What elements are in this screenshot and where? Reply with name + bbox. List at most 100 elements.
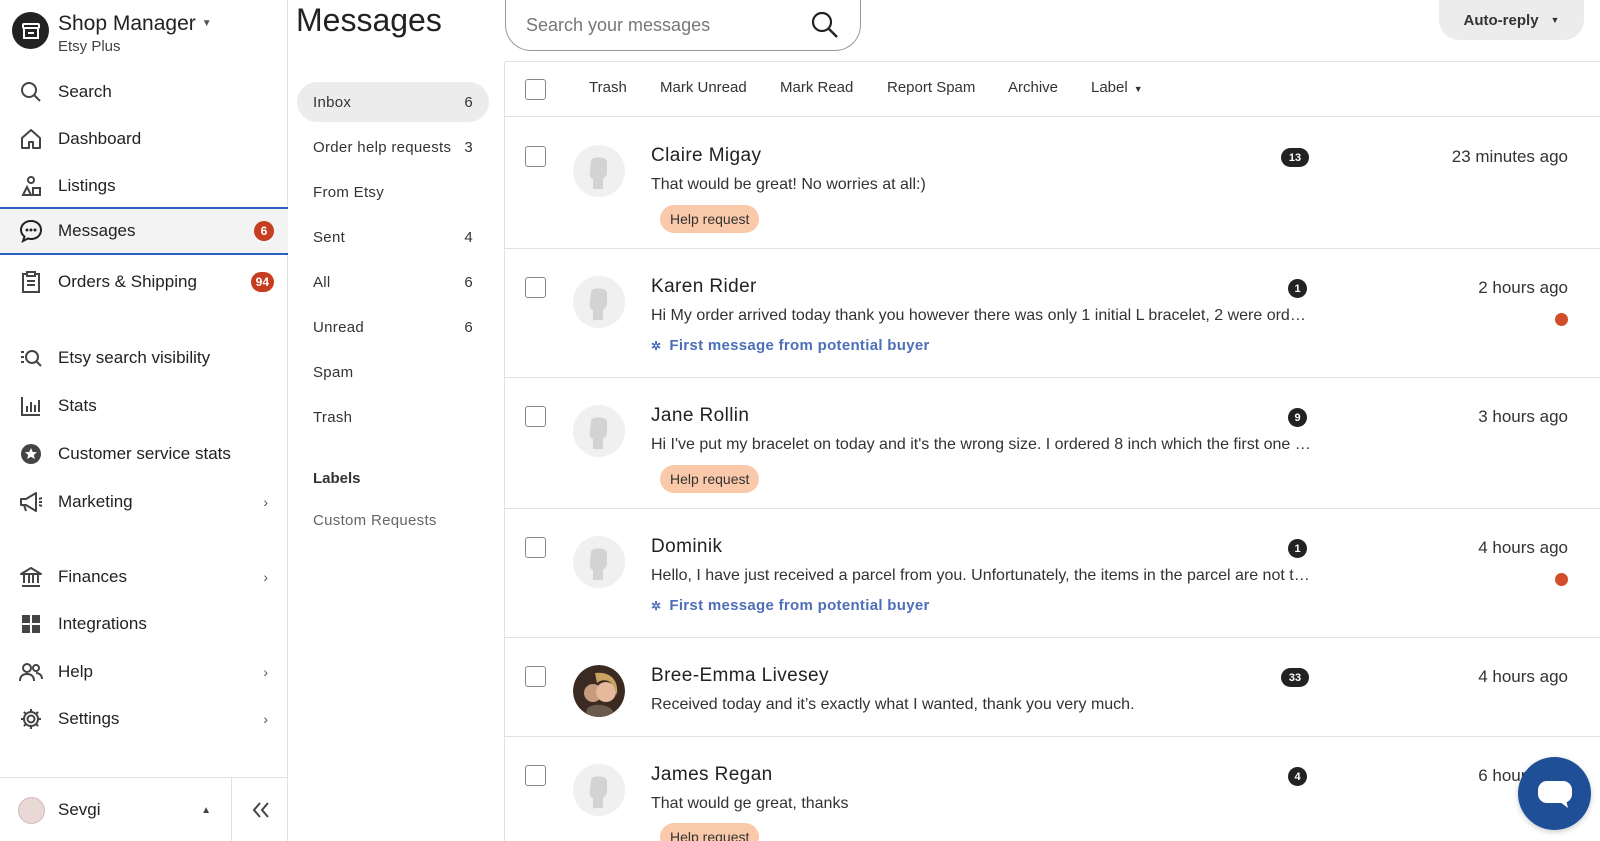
plan-label: Etsy Plus [58, 38, 121, 55]
label-dropdown[interactable]: Label ▼ [1091, 79, 1143, 96]
page-title: Messages [296, 2, 442, 38]
message-time: 2 hours ago [1478, 278, 1568, 297]
potential-buyer-text: First message from potential buyer [669, 337, 930, 354]
sidebar-item-label: Messages [58, 221, 136, 240]
potential-buyer-text: First message from potential buyer [669, 597, 930, 614]
sidebar-item-orders-shipping[interactable]: Orders & Shipping 94 [0, 258, 288, 306]
sidebar-item-label: Search [58, 82, 112, 101]
listings-icon [18, 173, 44, 199]
caret-down-icon: ▼ [1550, 15, 1560, 25]
auto-reply-button[interactable]: Auto-reply ▼ [1439, 0, 1584, 40]
folder-sent[interactable]: Sent 4 [297, 217, 489, 257]
archive-button[interactable]: Archive [1008, 79, 1058, 96]
bank-icon [18, 564, 44, 590]
thread-count-badge: 13 [1281, 148, 1309, 167]
message-row[interactable]: Karen Rider 1 2 hours ago Hi My order ar… [505, 249, 1600, 378]
label-dropdown-text: Label [1091, 79, 1128, 96]
search-button[interactable] [810, 10, 840, 40]
folder-label: Spam [313, 363, 354, 381]
trash-button[interactable]: Trash [589, 79, 627, 96]
folder-count: 4 [464, 228, 473, 246]
avatar [573, 665, 625, 717]
folder-all[interactable]: All 6 [297, 262, 489, 302]
labels-heading: Labels [313, 470, 361, 487]
search-input[interactable] [526, 14, 796, 36]
message-checkbox[interactable] [525, 765, 546, 786]
folder-inbox[interactable]: Inbox 6 [297, 82, 489, 122]
message-row[interactable]: James Regan 4 6 hours ago That would ge … [505, 737, 1600, 841]
sidebar-item-dashboard[interactable]: Dashboard [0, 115, 288, 163]
sender-name: Claire Migay [651, 145, 762, 166]
unread-indicator [1555, 573, 1568, 586]
message-snippet: That would be great! No worries at all:) [651, 176, 926, 193]
user-menu[interactable]: Sevgi ▲ [0, 778, 232, 841]
chevron-right-icon: › [263, 569, 268, 585]
message-snippet: That would ge great, thanks [651, 795, 849, 812]
select-all-checkbox[interactable] [525, 79, 546, 100]
sidebar-item-settings[interactable]: Settings › [0, 695, 288, 743]
message-time: 4 hours ago [1478, 538, 1568, 557]
folder-list: Inbox 6 Order help requests 3 From Etsy … [289, 62, 505, 841]
clipboard-icon [18, 269, 44, 295]
thread-count-badge: 4 [1288, 767, 1307, 786]
folder-label: Sent [313, 228, 346, 246]
message-checkbox[interactable] [525, 537, 546, 558]
sidebar-item-search[interactable]: Search [0, 68, 288, 116]
sidebar-item-label: Etsy search visibility [58, 348, 211, 367]
potential-buyer-link: ✲ First message from potential buyer [651, 337, 930, 354]
shop-manager-switcher[interactable]: Shop Manager ▼ Etsy Plus [12, 12, 212, 55]
sidebar-item-stats[interactable]: Stats [0, 382, 288, 430]
mark-unread-button[interactable]: Mark Unread [660, 79, 747, 96]
potential-buyer-link: ✲ First message from potential buyer [651, 597, 930, 614]
caret-down-icon: ▼ [201, 18, 212, 29]
report-spam-button[interactable]: Report Spam [887, 79, 975, 96]
message-checkbox[interactable] [525, 406, 546, 427]
help-request-tag: Help request [660, 205, 760, 233]
search-icon [811, 11, 838, 38]
folder-label: From Etsy [313, 183, 385, 201]
thread-count-badge: 33 [1281, 668, 1309, 687]
sidebar-item-marketing[interactable]: Marketing › [0, 478, 288, 526]
message-row[interactable]: Dominik 1 4 hours ago Hello, I have just… [505, 509, 1600, 638]
sidebar-item-listings[interactable]: Listings [0, 162, 288, 210]
shop-logo-icon [12, 12, 49, 49]
gear-icon [18, 706, 44, 732]
folder-count: 6 [464, 93, 473, 111]
search-icon [18, 79, 44, 105]
sidebar-item-customer-service-stats[interactable]: Customer service stats [0, 430, 288, 478]
folder-label: All [313, 273, 331, 291]
message-row[interactable]: Claire Migay 13 23 minutes ago That woul… [505, 118, 1600, 249]
folder-count: 6 [464, 318, 473, 336]
message-row[interactable]: Bree-Emma Livesey 33 4 hours ago Receive… [505, 638, 1600, 737]
double-chevron-left-icon [252, 802, 269, 818]
sidebar-item-messages[interactable]: Messages 6 [0, 207, 288, 255]
message-checkbox[interactable] [525, 277, 546, 298]
collapse-sidebar-button[interactable] [233, 778, 288, 841]
sender-name: Bree-Emma Livesey [651, 665, 829, 686]
folder-from-etsy[interactable]: From Etsy [297, 172, 489, 212]
label-custom-requests[interactable]: Custom Requests [313, 512, 437, 529]
app: Shop Manager ▼ Etsy Plus Search Dashboard… [0, 0, 1600, 841]
search-bar [505, 0, 861, 51]
chat-button[interactable] [1518, 757, 1591, 830]
message-checkbox[interactable] [525, 146, 546, 167]
message-checkbox[interactable] [525, 666, 546, 687]
sidebar-item-finances[interactable]: Finances › [0, 553, 288, 601]
sidebar-item-search-visibility[interactable]: Etsy search visibility [0, 334, 288, 382]
message-time: 3 hours ago [1478, 407, 1568, 426]
help-request-tag: Help request [660, 823, 760, 841]
folder-spam[interactable]: Spam [297, 352, 489, 392]
mark-read-button[interactable]: Mark Read [780, 79, 853, 96]
folder-label: Inbox [313, 93, 352, 111]
sender-name: Dominik [651, 536, 723, 557]
folder-count: 6 [464, 273, 473, 291]
message-row[interactable]: Jane Rollin 9 3 hours ago Hi I've put my… [505, 378, 1600, 509]
folder-trash[interactable]: Trash [297, 397, 489, 437]
thread-count-badge: 1 [1288, 539, 1307, 558]
folder-unread[interactable]: Unread 6 [297, 307, 489, 347]
sidebar-item-label: Dashboard [58, 129, 142, 148]
folder-order-help-requests[interactable]: Order help requests 3 [297, 127, 489, 167]
chevron-right-icon: › [263, 494, 268, 510]
sidebar-item-integrations[interactable]: Integrations [0, 600, 288, 648]
sidebar-item-help[interactable]: Help › [0, 648, 288, 696]
